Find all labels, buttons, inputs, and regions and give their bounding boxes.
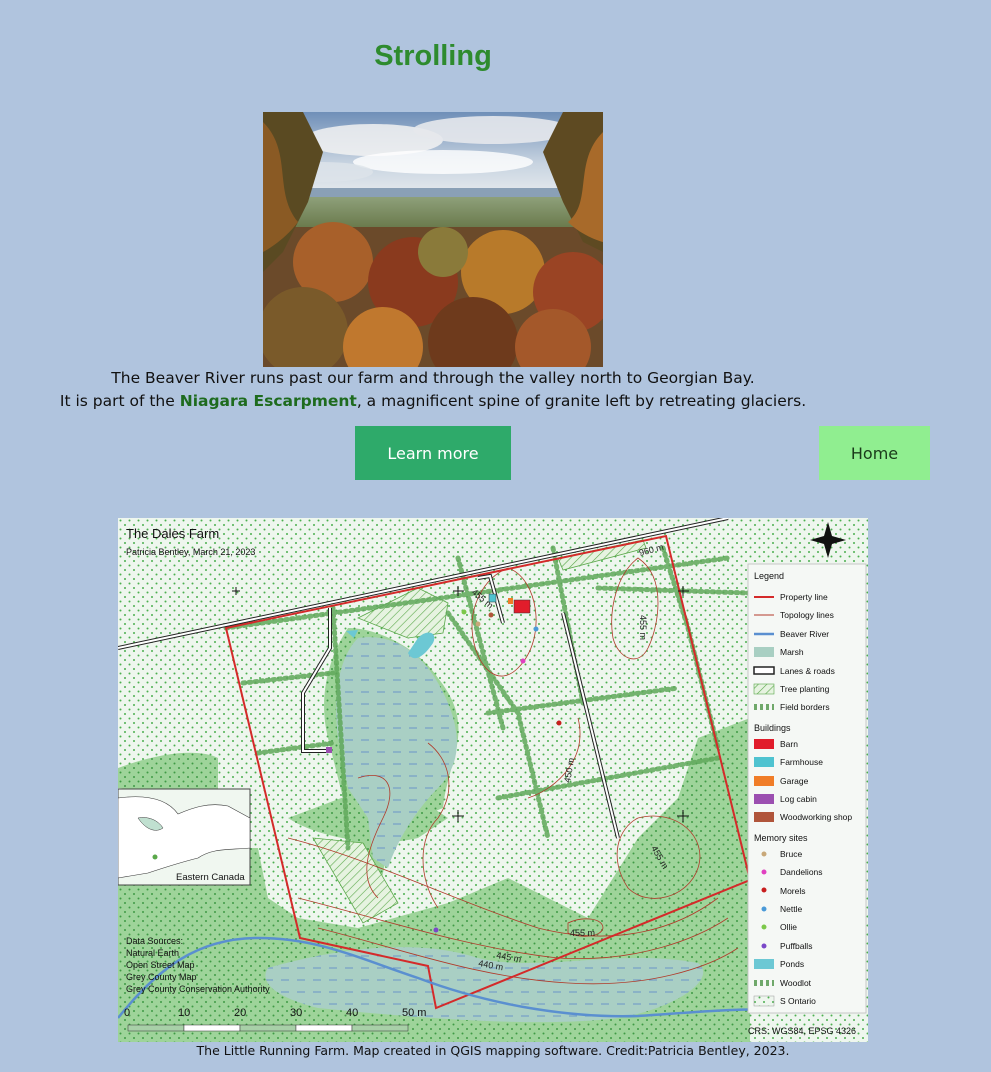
svg-text:Memory sites: Memory sites <box>754 833 808 843</box>
svg-text:Woodworking shop: Woodworking shop <box>780 812 852 822</box>
svg-text:Beaver River: Beaver River <box>780 629 829 639</box>
intro-line-2: It is part of the Niagara Escarpment, a … <box>0 390 866 413</box>
svg-text:Barn: Barn <box>780 739 798 749</box>
svg-text:Farmhouse: Farmhouse <box>780 757 823 767</box>
svg-text:Buildings: Buildings <box>754 723 791 733</box>
svg-text:Grey County Map: Grey County Map <box>126 972 197 982</box>
page-title: Strolling <box>374 40 492 72</box>
svg-text:Nettle: Nettle <box>780 904 802 914</box>
inset-title: Eastern Canada <box>176 872 245 883</box>
map-caption: The Little Running Farm. Map created in … <box>196 1043 790 1058</box>
crs-label: CRS: WGS84, EPSG 4326 <box>748 1026 856 1036</box>
svg-text:Lanes & roads: Lanes & roads <box>780 666 835 676</box>
niagara-escarpment-link[interactable]: Niagara Escarpment <box>180 392 357 410</box>
svg-text:Data Sources:: Data Sources: <box>126 936 183 946</box>
learn-more-button[interactable]: Learn more <box>355 426 511 480</box>
map-subtitle: Patricia Bentley, March 21, 2023 <box>126 547 255 557</box>
svg-text:Bruce: Bruce <box>780 849 802 859</box>
intro-text-before-link: It is part of the <box>59 392 180 410</box>
svg-text:Ollie: Ollie <box>780 922 797 932</box>
map-legend: Legend Property line Topology lines Beav… <box>747 563 867 1014</box>
svg-text:Garage: Garage <box>780 776 809 786</box>
farm-map: 960 m 455 m 455 m 450 m 455 m 455 m 445 … <box>117 516 868 1042</box>
svg-text:Natural Earth: Natural Earth <box>126 948 179 958</box>
svg-text:Field borders: Field borders <box>780 702 830 712</box>
svg-text:Dandelions: Dandelions <box>780 867 823 877</box>
svg-text:Puffballs: Puffballs <box>780 941 812 951</box>
svg-text:50 m: 50 m <box>402 1007 426 1019</box>
svg-text:30: 30 <box>290 1007 302 1019</box>
contour-label: 455 m <box>638 615 648 640</box>
contour-label: 455 m <box>570 928 595 938</box>
svg-text:0: 0 <box>124 1007 130 1019</box>
svg-text:Tree planting: Tree planting <box>780 684 830 694</box>
svg-text:Topology lines: Topology lines <box>780 610 834 620</box>
svg-text:10: 10 <box>178 1007 190 1019</box>
svg-text:S Ontario: S Ontario <box>780 996 816 1006</box>
svg-text:Ponds: Ponds <box>780 959 804 969</box>
svg-text:Woodlot: Woodlot <box>780 978 812 988</box>
svg-text:20: 20 <box>234 1007 246 1019</box>
home-button[interactable]: Home <box>819 426 930 480</box>
svg-text:Property line: Property line <box>780 592 828 602</box>
svg-text:Grey County Conservation Autho: Grey County Conservation Authority <box>126 984 270 994</box>
intro-text-after-link: , a magnificent spine of granite left by… <box>356 392 807 410</box>
inset-map: Eastern Canada <box>117 788 251 886</box>
svg-text:Morels: Morels <box>780 886 806 896</box>
svg-text:Log cabin: Log cabin <box>780 794 817 804</box>
svg-text:Open Street Map: Open Street Map <box>126 960 195 970</box>
intro-line-1: The Beaver River runs past our farm and … <box>111 369 755 387</box>
landscape-photo <box>263 112 603 367</box>
svg-text:Marsh: Marsh <box>780 647 804 657</box>
svg-text:40: 40 <box>346 1007 358 1019</box>
svg-text:Legend: Legend <box>754 571 784 581</box>
map-title: The Dales Farm <box>126 526 219 541</box>
